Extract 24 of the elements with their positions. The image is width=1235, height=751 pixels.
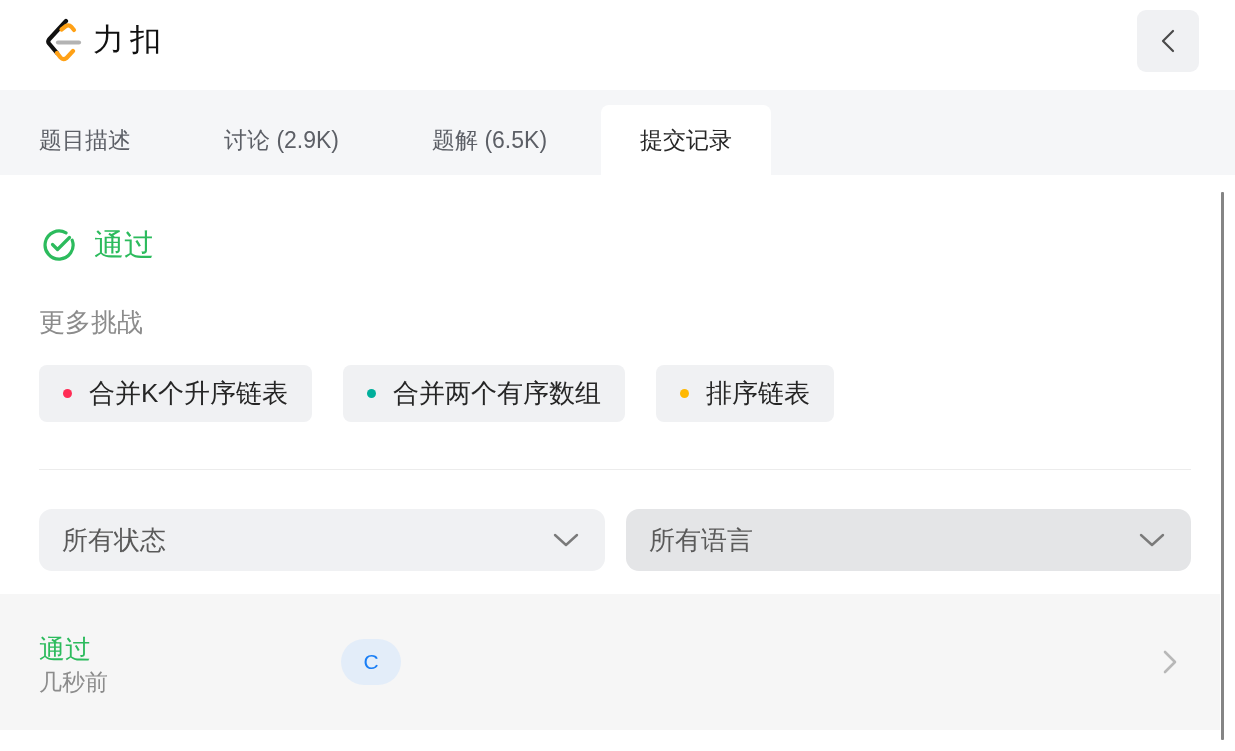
language-tag: C xyxy=(341,639,401,685)
tab[interactable]: 题目描述 xyxy=(0,105,170,175)
submission-status: 通过 xyxy=(39,632,91,666)
back-button[interactable] xyxy=(1137,10,1199,72)
chevron-down-icon xyxy=(1139,533,1165,547)
tab[interactable]: 讨论 (2.9K) xyxy=(185,105,379,175)
chevron-down-icon xyxy=(552,533,579,547)
problem-chip[interactable]: 合并两个有序数组 xyxy=(343,365,626,422)
problem-chip[interactable]: 排序链表 xyxy=(656,365,835,422)
submission-time: 几秒前 xyxy=(39,667,108,697)
chevron-left-icon xyxy=(1161,29,1175,53)
filter-dropdown[interactable]: 所有语言 xyxy=(625,509,1191,571)
scrollbar[interactable] xyxy=(1221,192,1224,740)
logo-icon[interactable] xyxy=(45,18,82,62)
result-status: 通过 xyxy=(94,227,154,263)
section-title: 更多挑战 xyxy=(39,306,143,339)
filter-dropdown[interactable]: 所有状态 xyxy=(39,509,605,571)
problem-chip[interactable]: 合并K个升序链表 xyxy=(39,365,313,422)
chevron-right-icon xyxy=(1163,650,1177,674)
submission-row[interactable]: 通过 几秒前 C xyxy=(0,594,1220,730)
check-circle-icon xyxy=(42,228,76,262)
logo-text: 力扣 xyxy=(93,22,167,58)
tab[interactable]: 提交记录 xyxy=(601,105,772,175)
tab[interactable]: 题解 (6.5K) xyxy=(393,105,587,175)
